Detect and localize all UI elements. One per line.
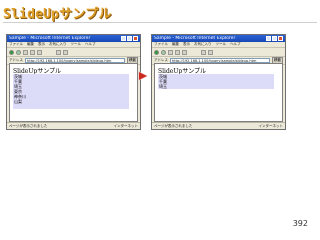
favorites-icon[interactable] — [208, 49, 213, 55]
menu-help[interactable]: ヘルプ — [230, 42, 241, 47]
right-arrow-icon — [139, 72, 147, 80]
status-zone: インターネット — [113, 123, 139, 128]
close-icon[interactable] — [133, 36, 138, 41]
menu-edit[interactable]: 編集 — [172, 42, 179, 47]
stop-icon[interactable] — [23, 49, 28, 55]
forward-icon[interactable] — [16, 49, 21, 55]
menu-edit[interactable]: 編集 — [27, 42, 34, 47]
page-number: 392 — [292, 219, 308, 228]
window-title-bar: Sample - Microsoft Internet Explorer — [152, 35, 285, 42]
slide-title: SlideUpサンプル — [3, 7, 112, 22]
favorites-icon[interactable] — [63, 49, 68, 55]
menu-file[interactable]: ファイル — [9, 42, 23, 47]
status-bar: ページが表示されました インターネット — [152, 122, 285, 129]
minimize-icon[interactable] — [266, 36, 271, 41]
search-icon[interactable] — [201, 49, 206, 55]
window-title: Sample - Microsoft Internet Explorer — [154, 36, 236, 41]
home-icon[interactable] — [37, 49, 42, 55]
menu-tools[interactable]: ツール — [71, 42, 82, 47]
menu-file[interactable]: ファイル — [154, 42, 168, 47]
list-item: 埼玉 — [159, 84, 167, 89]
maximize-icon[interactable] — [272, 36, 277, 41]
menu-view[interactable]: 表示 — [38, 42, 45, 47]
page-viewport: SlideUpサンプル 茨城 千葉 埼玉 東京 神奈川 山梨 — [9, 63, 138, 122]
toolbar — [7, 48, 140, 57]
status-bar: ページが表示されました インターネット — [7, 122, 140, 129]
refresh-icon[interactable] — [175, 49, 180, 55]
page-viewport: SlideUpサンプル 茨城 千葉 埼玉 — [154, 63, 283, 122]
prefecture-list: 茨城 千葉 埼玉 東京 神奈川 山梨 — [13, 74, 129, 109]
menu-favorites[interactable]: お気に入り — [49, 42, 67, 47]
menu-tools[interactable]: ツール — [216, 42, 227, 47]
search-icon[interactable] — [56, 49, 61, 55]
browser-window-after: Sample - Microsoft Internet Explorer ファイ… — [151, 34, 286, 130]
menu-favorites[interactable]: お気に入り — [194, 42, 212, 47]
back-icon[interactable] — [154, 49, 159, 55]
menu-view[interactable]: 表示 — [183, 42, 190, 47]
browser-window-before: Sample - Microsoft Internet Explorer ファイ… — [6, 34, 141, 130]
prefecture-list: 茨城 千葉 埼玉 — [158, 74, 274, 89]
maximize-icon[interactable] — [127, 36, 132, 41]
close-icon[interactable] — [278, 36, 283, 41]
back-icon[interactable] — [9, 49, 14, 55]
toolbar — [152, 48, 285, 57]
status-text: ページが表示されました — [154, 123, 193, 128]
list-item: 山梨 — [14, 99, 22, 104]
forward-icon[interactable] — [161, 49, 166, 55]
menu-help[interactable]: ヘルプ — [85, 42, 96, 47]
minimize-icon[interactable] — [121, 36, 126, 41]
window-title-bar: Sample - Microsoft Internet Explorer — [7, 35, 140, 42]
status-text: ページが表示されました — [9, 123, 48, 128]
status-zone: インターネット — [258, 123, 284, 128]
stop-icon[interactable] — [168, 49, 173, 55]
title-divider — [3, 22, 317, 23]
refresh-icon[interactable] — [30, 49, 35, 55]
home-icon[interactable] — [182, 49, 187, 55]
window-title: Sample - Microsoft Internet Explorer — [9, 36, 91, 41]
